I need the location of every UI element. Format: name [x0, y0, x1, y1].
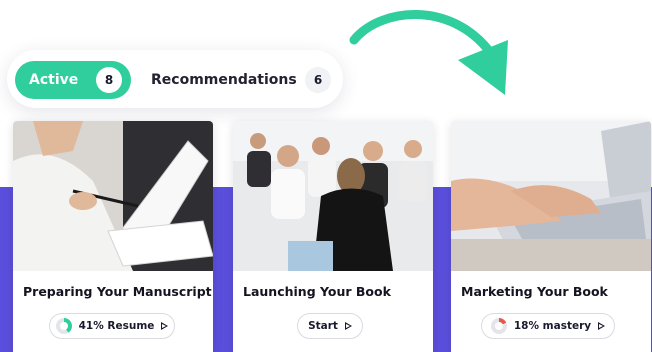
progress-ring-icon [490, 318, 507, 334]
tab-active[interactable]: Active 8 [15, 61, 131, 99]
play-icon [344, 322, 352, 330]
course-card-marketing-book[interactable]: Marketing Your Book 18% mastery [451, 121, 651, 352]
play-icon [598, 322, 606, 330]
progress-ring-icon [55, 318, 72, 334]
audience-presentation-image [233, 121, 433, 271]
resume-button-label: 41% Resume [78, 320, 155, 332]
tab-active-count-badge: 8 [96, 67, 122, 93]
person-reading-document-image [13, 121, 213, 271]
mastery-button[interactable]: 18% mastery [481, 313, 615, 339]
course-card-preparing-manuscript[interactable]: Preparing Your Manuscript 41% Resume [13, 121, 213, 352]
start-button-label: Start [308, 320, 338, 332]
card-title: Marketing Your Book [461, 284, 608, 299]
curved-arrow-icon [349, 10, 508, 95]
resume-button[interactable]: 41% Resume [49, 313, 175, 339]
card-title: Preparing Your Manuscript [23, 284, 212, 299]
play-icon [161, 322, 169, 330]
tab-bar: Active 8 Recommendations 6 [7, 50, 343, 108]
start-button[interactable]: Start [297, 313, 363, 339]
course-card-launching-book[interactable]: Launching Your Book Start [233, 121, 433, 352]
tab-recommendations[interactable]: Recommendations 6 [137, 61, 335, 99]
mastery-button-label: 18% mastery [513, 320, 592, 332]
tab-recommendations-count-badge: 6 [305, 67, 331, 93]
tab-recommendations-label: Recommendations [151, 72, 297, 88]
tab-active-label: Active [29, 72, 79, 88]
card-title: Launching Your Book [243, 284, 391, 299]
hands-typing-laptop-image [451, 121, 651, 271]
